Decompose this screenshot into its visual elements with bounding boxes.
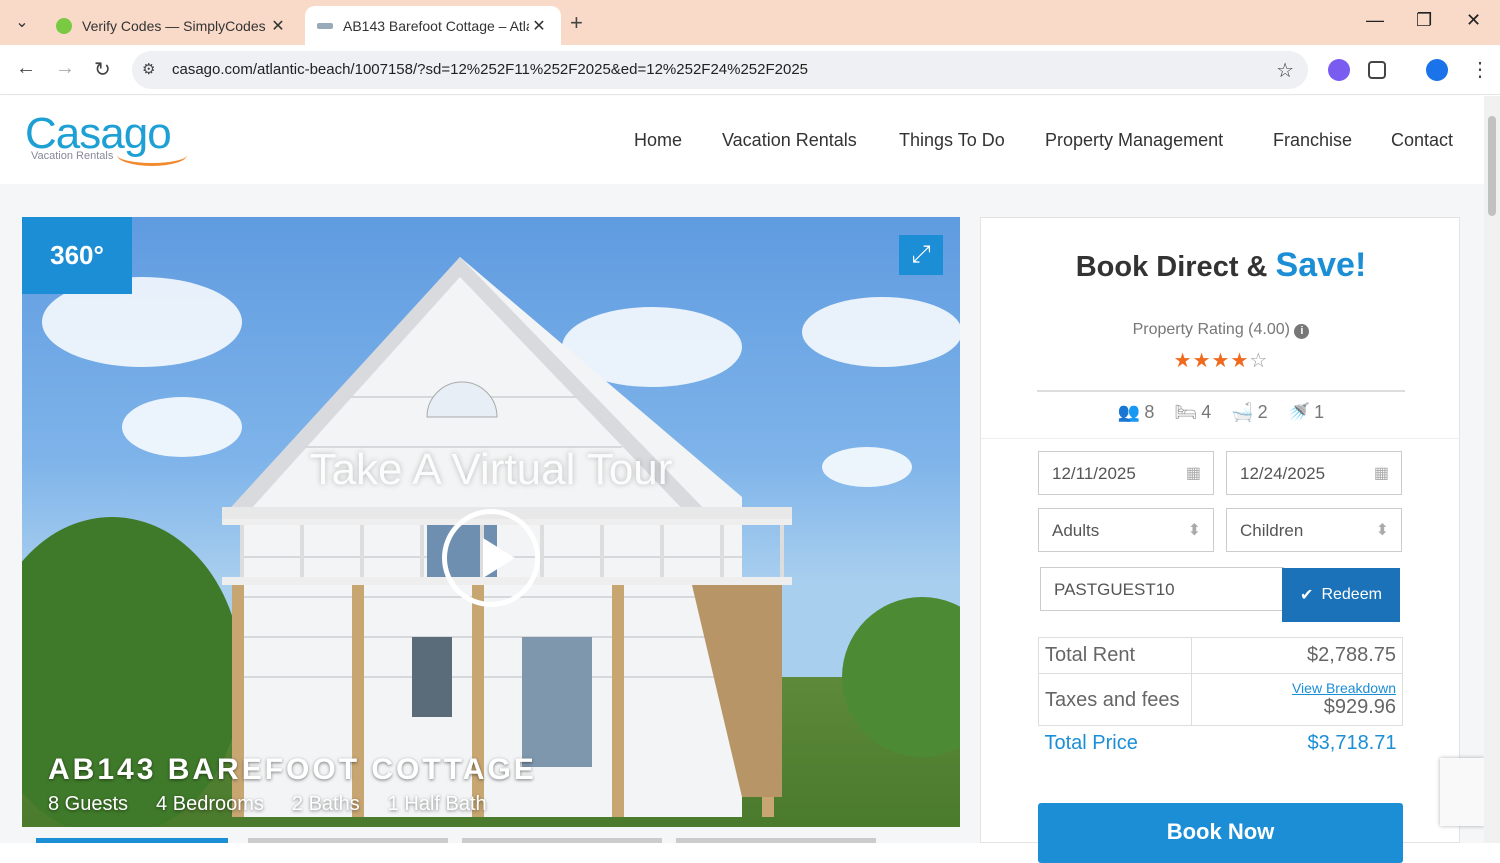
price-row-total: Total Price $3,718.71 [1044,732,1397,754]
amenity-bedrooms: 🛏 4 [1174,402,1212,422]
star-filled-icon: ★ [1192,350,1212,372]
thumbnail-strip[interactable] [22,836,960,843]
address-bar[interactable]: ⚙ casago.com/atlantic-beach/1007158/?sd=… [132,51,1308,89]
book-now-button[interactable]: Book Now [1038,803,1403,863]
divider [1037,390,1405,392]
calendar-icon: ▦ [1185,465,1201,482]
fact-bedrooms: 4 Bedrooms [156,793,264,815]
recaptcha-badge[interactable] [1440,758,1484,826]
minimize-icon[interactable]: — [1366,10,1384,31]
simplycodes-favicon-icon [56,17,72,34]
property-facts: 8 Guests 4 Bedrooms 2 Baths 1 Half Bath [48,793,487,816]
extensions-puzzle-icon[interactable] [1368,61,1386,79]
divider [981,438,1461,439]
fact-guests: 8 Guests [48,793,129,815]
browser-menu-icon[interactable]: ⋮ [1470,57,1490,82]
back-arrow-icon[interactable]: ← [16,57,36,80]
thumbnail-active[interactable] [36,838,228,843]
nav-things-to-do[interactable]: Things To Do [899,130,1005,151]
rating-stars: ★★★★☆ [981,348,1461,373]
close-window-icon[interactable]: ✕ [1466,10,1481,31]
amenity-guests: 👥 8 [1117,402,1155,422]
property-rating: Property Rating (4.00) i [981,321,1461,339]
bed-icon: 🛏 [1174,402,1198,422]
fact-half-bath: 1 Half Bath [387,793,487,815]
star-filled-icon: ★ [1211,350,1231,372]
360-tour-badge[interactable]: 360° [22,217,132,294]
nav-franchise[interactable]: Franchise [1273,130,1352,151]
logo-swoosh [117,144,187,166]
amenity-baths: 🛁 2 [1231,402,1268,422]
tab-close-icon[interactable]: ✕ [268,16,288,36]
fact-baths: 2 Baths [291,793,360,815]
calendar-icon: ▦ [1373,465,1389,482]
price-summary: Total Rent $2,788.75 Taxes and fees View… [1038,637,1403,761]
bookmark-star-icon[interactable]: ☆ [1276,58,1294,83]
select-arrows-icon: ⬍ [1375,522,1389,539]
booking-heading: Book Direct & Save! [1075,246,1367,284]
restore-icon[interactable]: ❐ [1416,10,1432,31]
checkin-date-input[interactable]: 12/11/2025 ▦ [1038,451,1214,495]
nav-property-management[interactable]: Property Management [1045,130,1223,151]
fullscreen-expand-icon[interactable]: ⤢ [899,235,943,275]
star-filled-icon: ★ [1173,350,1193,372]
price-row-taxes: Taxes and fees View Breakdown $929.96 [1038,673,1403,726]
tab-verify-codes[interactable]: Verify Codes — SimplyCodes ✕ [44,6,300,45]
checkout-date-input[interactable]: 12/24/2025 ▦ [1226,451,1402,495]
price-row-rent: Total Rent $2,788.75 [1038,637,1403,674]
tab-barefoot-cottage[interactable]: AB143 Barefoot Cottage – Atlantic Beach … [305,6,561,45]
casago-logo[interactable]: Casago Vacation Rentals [25,112,187,166]
thumbnail[interactable] [248,838,448,843]
promo-code-input[interactable]: PASTGUEST10 [1040,567,1284,611]
virtual-tour-label[interactable]: Take A Virtual Tour [22,445,960,495]
reload-icon[interactable]: ↻ [94,57,111,82]
profile-avatar-icon[interactable] [1426,59,1448,81]
checkmark-icon: ✔ [1300,587,1314,604]
scrollbar-thumb[interactable] [1488,116,1496,216]
site-info-icon[interactable]: ⚙ [142,60,155,78]
page-scrollbar[interactable] [1484,96,1500,843]
property-hero-image[interactable]: 360° ⤢ Take A Virtual Tour AB143 BAREFOO… [22,217,960,827]
faucet-icon: 🚿 [1287,402,1311,422]
children-select[interactable]: Children ⬍ [1226,508,1402,552]
thumbnail[interactable] [676,838,876,843]
property-title: AB143 BAREFOOT COTTAGE [48,753,537,786]
extension-simplycodes-icon[interactable] [1328,59,1350,81]
amenity-counts: 👥 8 🛏 4 🛁 2 🚿 1 [981,402,1461,423]
select-arrows-icon: ⬍ [1187,522,1201,539]
casago-favicon-icon [317,22,333,29]
browser-toolbar: ← → ↻ ⚙ casago.com/atlantic-beach/100715… [0,45,1500,95]
url-text[interactable]: casago.com/atlantic-beach/1007158/?sd=12… [172,61,808,78]
nav-home[interactable]: Home [634,130,682,151]
thumbnail[interactable] [462,838,662,843]
view-breakdown-link[interactable]: View Breakdown [1198,680,1396,696]
star-filled-icon: ★ [1230,350,1250,372]
star-empty-icon: ☆ [1249,350,1269,372]
forward-arrow-icon[interactable]: → [55,57,75,80]
cloud [802,297,960,367]
bathtub-icon: 🛁 [1231,402,1254,422]
booking-panel: Book Direct & Save! Property Rating (4.0… [980,217,1461,863]
nav-vacation-rentals[interactable]: Vacation Rentals [722,130,857,151]
info-icon[interactable]: i [1294,324,1310,339]
guests-icon: 👥 [1117,402,1141,422]
amenity-half-baths: 🚿 1 [1287,402,1325,422]
tab-search-chevron-icon[interactable]: ⌄ [8,8,36,36]
adults-select[interactable]: Adults ⬍ [1038,508,1214,552]
site-header: Casago Vacation Rentals Home Vacation Re… [0,96,1484,184]
nav-contact[interactable]: Contact [1391,130,1453,151]
new-tab-button[interactable]: + [570,10,583,36]
redeem-button[interactable]: ✔ Redeem [1282,568,1400,622]
browser-tab-bar: ⌄ Verify Codes — SimplyCodes ✕ AB143 Bar… [0,0,1500,45]
play-video-icon[interactable] [442,509,540,607]
tab-close-icon[interactable]: ✕ [529,16,549,36]
